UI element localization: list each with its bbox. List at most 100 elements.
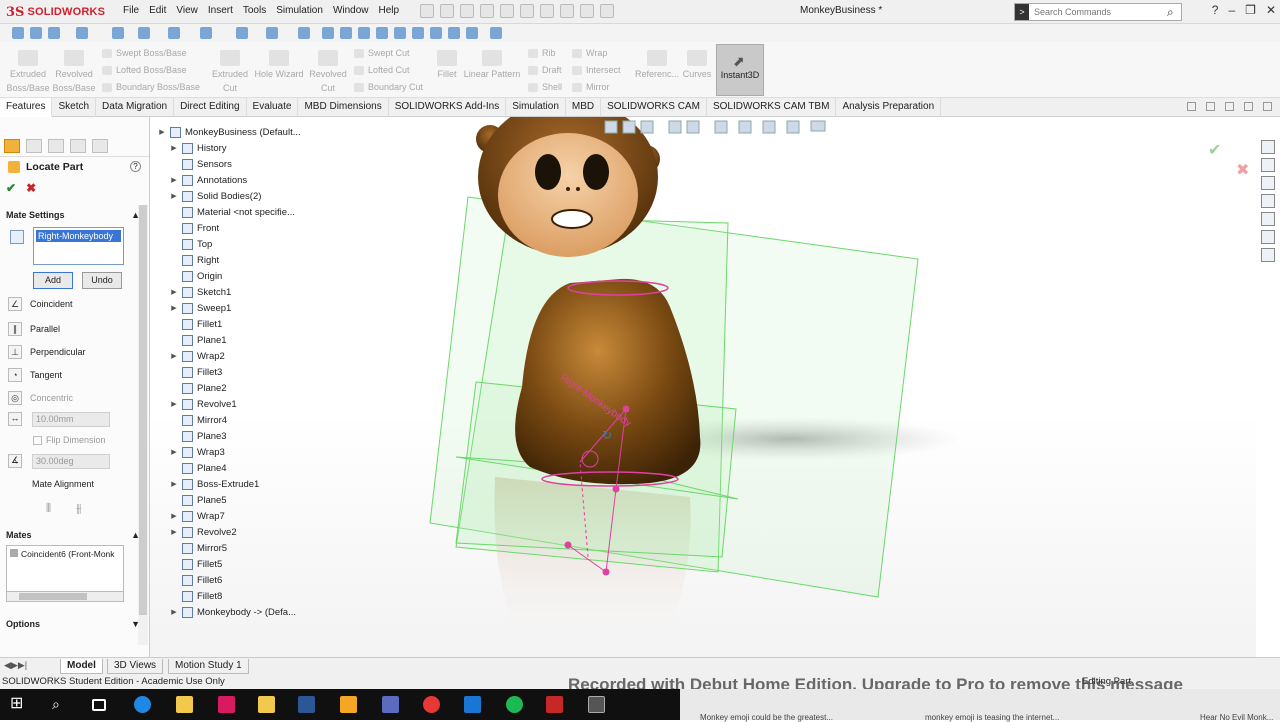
doc-restore-icon[interactable] (1187, 102, 1196, 111)
wrap-button[interactable]: Wrap (572, 48, 607, 58)
file-properties-icon[interactable] (580, 4, 594, 18)
search-taskbar-icon[interactable]: ⌕ (52, 696, 69, 713)
close-button[interactable]: ✕ (1266, 3, 1276, 17)
tree-item[interactable]: Material <not specifie... (170, 204, 295, 220)
extruded-cut-button[interactable]: Extruded Cut (208, 50, 252, 95)
tree-item[interactable]: Right (170, 252, 219, 268)
reference-geometry-button[interactable]: Referenc... (632, 50, 682, 81)
tree-item[interactable]: Fillet1 (170, 316, 222, 332)
boundary-boss-button[interactable]: Boundary Boss/Base (102, 82, 200, 92)
selected-entity[interactable]: Right-Monkeybody (36, 230, 121, 242)
graphics-area[interactable]: Right-Monkeybody ↻ ✔ ✖ (150, 117, 1256, 657)
layer-icon-9[interactable] (466, 27, 478, 39)
tree-item[interactable]: Plane3 (170, 428, 227, 444)
angle-field[interactable]: 30.00deg (32, 454, 110, 469)
layer-icon-1[interactable] (322, 27, 334, 39)
tree-item[interactable]: Mirror5 (170, 540, 227, 556)
tree-item[interactable]: Sensors (170, 156, 232, 172)
tab-evaluate[interactable]: Evaluate (247, 98, 299, 117)
tree-item[interactable]: ▶ Annotations (170, 172, 247, 188)
tree-item[interactable]: Mirror4 (170, 412, 227, 428)
measure-icon[interactable] (30, 27, 42, 39)
tree-item[interactable]: ▶ Wrap2 (170, 348, 225, 364)
options-header[interactable]: Options ▼ (0, 619, 148, 633)
view-settings-icon[interactable] (810, 120, 826, 132)
forum-icon[interactable] (1261, 248, 1275, 262)
zoom-to-fit-icon[interactable] (604, 120, 618, 134)
task-view-icon[interactable] (92, 699, 106, 711)
file-explorer-taskbar-icon[interactable] (176, 696, 193, 713)
zoom-area-icon[interactable] (622, 120, 636, 134)
tree-item[interactable]: Front (170, 220, 219, 236)
tree-root-part[interactable]: ▶ MonkeyBusiness (Default... (158, 124, 301, 140)
menu-simulation[interactable]: Simulation (271, 5, 328, 16)
swept-cut-button[interactable]: Swept Cut (354, 48, 410, 58)
tree-item[interactable]: Fillet5 (170, 556, 222, 572)
outlook-icon[interactable] (464, 696, 481, 713)
solidworks-resources-icon[interactable] (1261, 140, 1275, 154)
tab-motion-study-1[interactable]: Motion Study 1 (168, 659, 249, 674)
tab-direct-editing[interactable]: Direct Editing (174, 98, 247, 117)
doc-close-icon[interactable] (1263, 102, 1272, 111)
confirm-corner-ok-icon[interactable]: ✔ (1208, 140, 1221, 159)
tree-item[interactable]: Fillet8 (170, 588, 222, 604)
tree-item[interactable]: ▶ Wrap3 (170, 444, 225, 460)
layer-icon-5[interactable] (394, 27, 406, 39)
appearance-icon[interactable] (266, 27, 278, 39)
expand-arrow-icon[interactable]: ▶ (170, 512, 178, 520)
shell-button[interactable]: Shell (528, 82, 562, 92)
app-icon-x[interactable] (218, 696, 235, 713)
tree-item[interactable]: ▶ History (170, 140, 227, 156)
hide-show-icon[interactable] (762, 120, 776, 134)
search-icon[interactable]: ⌕ (1167, 5, 1181, 20)
expand-arrow-icon[interactable]: ▶ (170, 448, 178, 456)
solidworks-taskbar-icon[interactable] (546, 696, 563, 713)
extruded-boss-button[interactable]: Extruded Boss/Base (6, 50, 50, 95)
dynamic-annotation-icon[interactable] (686, 120, 700, 134)
tree-item[interactable]: Top (170, 236, 212, 252)
flip-dimension-box[interactable] (33, 435, 42, 445)
tab-analysis-preparation[interactable]: Analysis Preparation (836, 98, 942, 117)
linear-pattern-button[interactable]: Linear Pattern (462, 50, 522, 81)
edit-appearance-icon[interactable] (786, 120, 800, 134)
chrome-icon[interactable] (423, 696, 440, 713)
word-icon[interactable] (298, 696, 315, 713)
expand-arrow-icon[interactable]: ▶ (170, 352, 178, 360)
curves-button[interactable]: Curves (682, 50, 712, 81)
layer-icon-2[interactable] (340, 27, 352, 39)
preview-1[interactable]: Monkey emoji could be the greatest... (700, 713, 833, 722)
menu-window[interactable]: Window (328, 5, 374, 16)
menu-tools[interactable]: Tools (238, 5, 271, 16)
teams-icon[interactable] (382, 696, 399, 713)
add-button[interactable]: Add (33, 272, 73, 289)
layer-icon-4[interactable] (376, 27, 388, 39)
expand-arrow-icon[interactable]: ▶ (170, 480, 178, 488)
tree-item[interactable]: Fillet3 (170, 364, 222, 380)
tree-item[interactable]: ▶ Revolve2 (170, 524, 237, 540)
tab-mbd[interactable]: MBD (566, 98, 602, 117)
coincident-mate[interactable]: ∠ Coincident (8, 297, 73, 311)
search-input[interactable]: Search Commands (1029, 7, 1167, 17)
design-library-icon[interactable] (1261, 158, 1275, 172)
display-style-hud-icon[interactable] (738, 120, 752, 134)
edge-browser-icon[interactable] (134, 696, 151, 713)
insert-component-icon[interactable] (298, 27, 310, 39)
select-icon[interactable] (540, 4, 554, 18)
tab-solidworks-cam[interactable]: SOLIDWORKS CAM (601, 98, 707, 117)
flip-dimension-checkbox[interactable]: Flip Dimension (33, 435, 106, 445)
undo-button[interactable]: Undo (82, 272, 122, 289)
store-icon[interactable] (258, 696, 275, 713)
pm-help-icon[interactable]: ? (130, 161, 141, 172)
fillet-button[interactable]: Fillet (434, 50, 460, 81)
mates-horizontal-scrollbar[interactable] (6, 591, 124, 602)
recorder-icon[interactable] (588, 696, 605, 713)
expand-arrow-icon[interactable]: ▶ (170, 304, 178, 312)
panel-scroll-thumb[interactable] (139, 205, 147, 615)
app-icon-j[interactable] (340, 696, 357, 713)
open-icon[interactable] (460, 4, 474, 18)
view-orientation-hud-icon[interactable] (714, 120, 728, 134)
swept-boss-button[interactable]: Swept Boss/Base (102, 48, 187, 58)
tab-data-migration[interactable]: Data Migration (96, 98, 175, 117)
tangent-mate[interactable]: ◔ Tangent (8, 368, 62, 382)
expand-arrow-icon[interactable]: ▶ (170, 288, 178, 296)
